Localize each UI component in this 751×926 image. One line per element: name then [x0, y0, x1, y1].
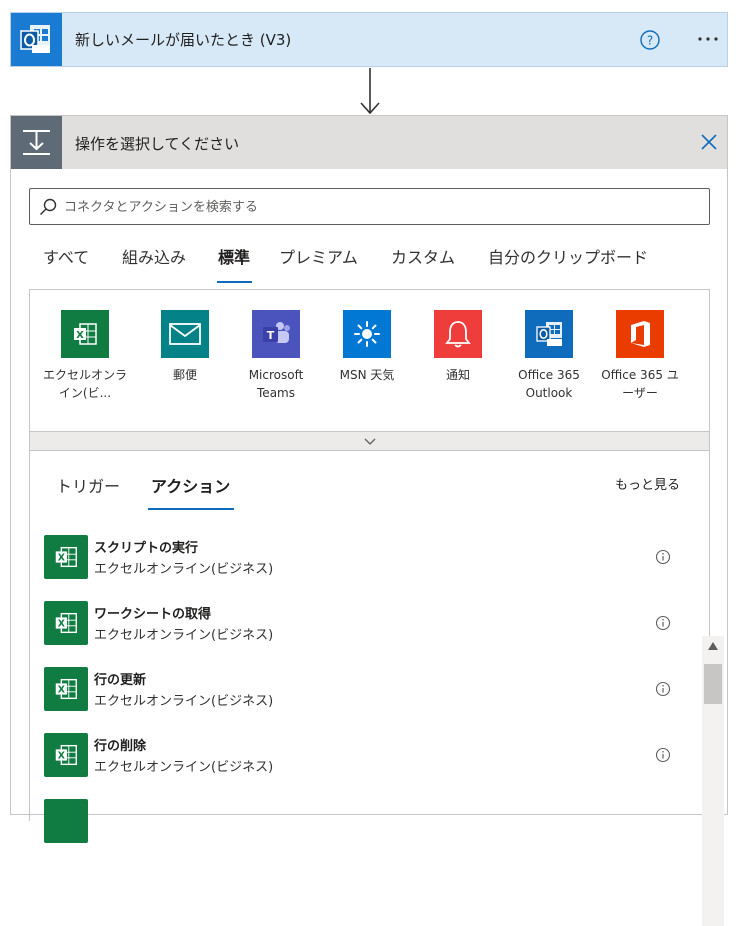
connector-label: Microsoft Teams — [248, 368, 304, 400]
tab-my-clipboard[interactable]: 自分のクリップボード — [488, 244, 648, 268]
connector-label: Office 365 Outlook — [518, 368, 580, 400]
connector-label: 通知 — [445, 368, 470, 382]
search-box[interactable] — [29, 188, 710, 225]
active-tab-indicator — [217, 281, 252, 283]
svg-text:X: X — [58, 619, 65, 630]
action-title: ワークシートの取得 — [94, 607, 212, 622]
tab-custom[interactable]: カスタム — [391, 244, 455, 268]
svg-text:X: X — [58, 553, 65, 564]
bell-icon — [434, 310, 482, 358]
action-title: 行の削除 — [94, 739, 147, 754]
expand-connectors-bar[interactable] — [29, 431, 710, 451]
tab-standard[interactable]: 標準 — [218, 244, 250, 268]
panel-header: 操作を選択してください — [11, 116, 727, 169]
connector-teams[interactable]: T Microsoft Teams — [233, 310, 319, 402]
info-icon[interactable] — [655, 615, 671, 631]
tab-triggers[interactable]: トリガー — [56, 473, 120, 497]
connector-excel-online[interactable]: X エクセルオンライン(ビ... — [42, 310, 128, 402]
action-item-get-worksheets[interactable]: X ワークシートの取得 エクセルオンライン(ビジネス) — [44, 601, 674, 647]
down-arrow-icon — [360, 68, 380, 115]
svg-text:X: X — [58, 685, 65, 696]
excel-icon: X — [61, 310, 109, 358]
actions-scrollbar[interactable] — [702, 636, 724, 926]
connector-grid: X エクセルオンライン(ビ... 郵便 T Microsoft Teams MS… — [29, 289, 710, 432]
trigger-title: 新しいメールが届いたとき (V3) — [75, 31, 292, 49]
panel-title: 操作を選択してください — [75, 135, 240, 153]
excel-icon: X — [44, 601, 88, 645]
excel-icon: X — [44, 667, 88, 711]
close-icon[interactable] — [699, 132, 719, 152]
scrollbar-thumb[interactable] — [704, 664, 722, 704]
connector-office365-users[interactable]: Office 365 ユーザー — [597, 310, 683, 402]
action-item-delete-row[interactable]: X 行の削除 エクセルオンライン(ビジネス) — [44, 733, 674, 779]
action-item-update-row[interactable]: X 行の更新 エクセルオンライン(ビジネス) — [44, 667, 674, 713]
scroll-up-arrow-icon[interactable] — [708, 642, 718, 650]
teams-icon: T — [252, 310, 300, 358]
outlook-icon — [11, 13, 62, 66]
action-title: 行の更新 — [94, 673, 147, 688]
info-icon[interactable] — [655, 549, 671, 565]
tab-builtin[interactable]: 組み込み — [122, 244, 186, 268]
action-connector: エクセルオンライン(ビジネス) — [94, 694, 274, 709]
connector-label: Office 365 ユーザー — [601, 368, 679, 400]
action-icon — [11, 116, 62, 169]
svg-text:T: T — [267, 329, 275, 342]
tab-actions[interactable]: アクション — [151, 473, 230, 497]
connector-notification[interactable]: 通知 — [415, 310, 501, 384]
see-more-link[interactable]: もっと見る — [615, 474, 680, 493]
excel-icon: X — [44, 535, 88, 579]
search-input[interactable] — [64, 197, 684, 217]
action-connector: エクセルオンライン(ビジネス) — [94, 562, 274, 577]
tab-premium[interactable]: プレミアム — [279, 244, 358, 268]
info-icon[interactable] — [655, 747, 671, 763]
office-icon — [616, 310, 664, 358]
connector-label: MSN 天気 — [339, 368, 395, 382]
action-item-run-script[interactable]: X スクリプトの実行 エクセルオンライン(ビジネス) — [44, 535, 674, 581]
excel-icon — [44, 799, 88, 843]
action-title: スクリプトの実行 — [94, 541, 199, 556]
action-connector: エクセルオンライン(ビジネス) — [94, 760, 274, 775]
help-icon[interactable]: ? — [639, 29, 661, 51]
action-item-partial[interactable] — [44, 799, 674, 845]
mail-icon — [161, 310, 209, 358]
search-icon — [40, 198, 57, 215]
choose-operation-panel: 操作を選択してください すべて 組み込み 標準 プレミアム カスタム 自分のクリ… — [10, 115, 728, 926]
connector-msn-weather[interactable]: MSN 天気 — [324, 310, 410, 384]
chevron-down-icon — [364, 438, 376, 445]
connector-office365-outlook[interactable]: Office 365 Outlook — [506, 310, 592, 402]
connector-label: 郵便 — [172, 368, 197, 382]
outlook-icon — [525, 310, 573, 358]
action-connector: エクセルオンライン(ビジネス) — [94, 628, 274, 643]
active-subtab-indicator — [148, 508, 234, 510]
svg-text:?: ? — [647, 34, 653, 48]
svg-text:X: X — [76, 330, 84, 341]
connector-label: エクセルオンライン(ビ... — [42, 368, 127, 400]
actions-section: トリガー アクション もっと見る X スクリプトの実行 エクセルオンライン(ビジ… — [29, 451, 724, 926]
info-icon[interactable] — [655, 681, 671, 697]
excel-icon: X — [44, 733, 88, 777]
connector-mail[interactable]: 郵便 — [142, 310, 228, 384]
svg-text:X: X — [58, 751, 65, 762]
sun-icon — [343, 310, 391, 358]
tab-all[interactable]: すべて — [43, 244, 89, 268]
trigger-card[interactable]: 新しいメールが届いたとき (V3) ? — [10, 12, 728, 67]
more-options-icon[interactable] — [693, 27, 723, 51]
